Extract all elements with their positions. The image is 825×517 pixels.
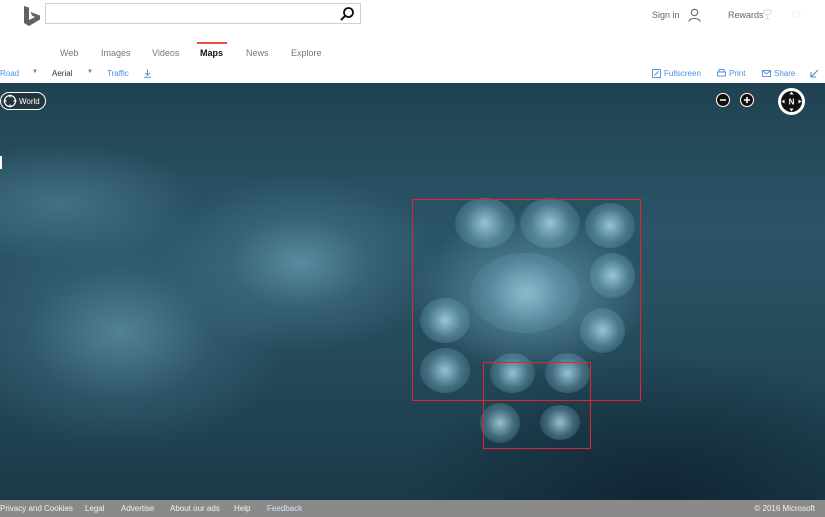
road-dropdown-icon[interactable]: ▼ <box>32 69 38 75</box>
tab-images[interactable]: Images <box>101 48 131 58</box>
road-view-button[interactable]: Road <box>0 69 19 78</box>
globe-icon <box>3 94 17 108</box>
map-edge-handle[interactable] <box>0 156 2 169</box>
mail-icon[interactable] <box>762 69 771 78</box>
scope-tabs: Web Images Videos Maps News Explore <box>0 48 825 62</box>
rewards-link[interactable]: Rewards <box>728 10 764 20</box>
print-icon[interactable] <box>717 69 726 78</box>
footer-advertise-link[interactable]: Advertise <box>121 504 154 513</box>
footer-about-ads-link[interactable]: About our ads <box>170 504 220 513</box>
map-toolbar: Road ▼ Aerial ▼ Traffic Fullscreen Print… <box>0 67 825 81</box>
fullscreen-icon[interactable] <box>652 69 661 78</box>
print-button[interactable]: Print <box>729 69 745 78</box>
search-input[interactable] <box>46 4 336 23</box>
footer-legal-link[interactable]: Legal <box>85 504 105 513</box>
active-tab-indicator <box>197 42 227 44</box>
footer-privacy-link[interactable]: Privacy and Cookies <box>0 504 73 513</box>
tab-explore[interactable]: Explore <box>291 48 322 58</box>
footer-help-link[interactable]: Help <box>234 504 250 513</box>
aerial-view-button[interactable]: Aerial <box>52 69 72 78</box>
tab-videos[interactable]: Videos <box>152 48 179 58</box>
bing-logo[interactable] <box>22 5 42 27</box>
tab-news[interactable]: News <box>246 48 269 58</box>
collapse-icon[interactable] <box>810 69 819 78</box>
sign-in-link[interactable]: Sign in <box>652 10 680 20</box>
compass-label: N <box>789 98 795 107</box>
compass-icon[interactable]: N <box>778 88 805 115</box>
fullscreen-button[interactable]: Fullscreen <box>664 69 701 78</box>
world-label: World <box>19 97 40 106</box>
aerial-map[interactable]: World N <box>0 83 825 500</box>
tab-maps[interactable]: Maps <box>200 48 223 58</box>
copyright-text: © 2016 Microsoft <box>754 504 815 513</box>
footer-feedback-link[interactable]: Feedback <box>267 504 302 513</box>
traffic-button[interactable]: Traffic <box>107 69 129 78</box>
person-icon[interactable] <box>688 8 701 22</box>
footer: Privacy and Cookies Legal Advertise Abou… <box>0 500 825 517</box>
menu-icon[interactable] <box>792 10 801 19</box>
trophy-icon[interactable] <box>763 9 772 20</box>
zoom-in-button[interactable] <box>739 92 755 108</box>
tab-web[interactable]: Web <box>60 48 78 58</box>
search-icon[interactable] <box>339 6 355 22</box>
zoom-out-button[interactable] <box>715 92 731 108</box>
highlight-box-small <box>483 362 591 449</box>
search-box <box>45 3 361 24</box>
share-button[interactable]: Share <box>774 69 795 78</box>
download-icon[interactable] <box>143 69 152 78</box>
world-view-button[interactable]: World <box>0 92 46 110</box>
aerial-dropdown-icon[interactable]: ▼ <box>87 69 93 75</box>
